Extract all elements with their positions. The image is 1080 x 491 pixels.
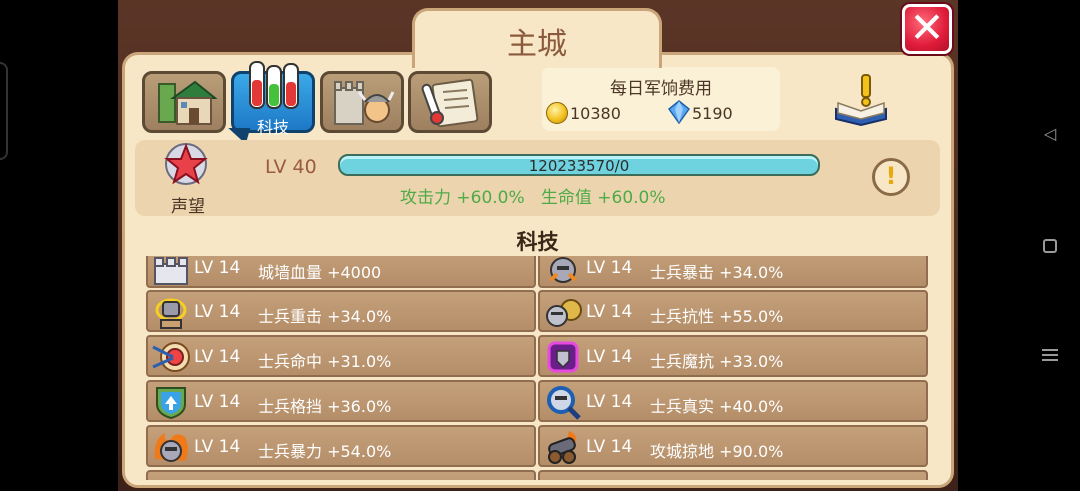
test-tubes-icon — [249, 61, 299, 109]
android-home-icon[interactable] — [1040, 236, 1060, 256]
tech-row[interactable]: LV 14 士兵暴力 +54.0% — [146, 425, 536, 467]
tech-row[interactable] — [146, 470, 536, 480]
tab-notes[interactable] — [408, 71, 492, 133]
daily-cost-box: 每日军饷费用 10380 5190 — [542, 67, 780, 131]
tech-row[interactable] — [538, 470, 928, 480]
tech-name: 士兵暴击 +34.0% — [650, 263, 784, 282]
android-back-icon[interactable]: ◁ — [1040, 124, 1060, 144]
scroll-thermometer-icon — [421, 78, 479, 128]
tab-tech[interactable]: 科技 — [231, 61, 315, 137]
close-button[interactable]: ✕ — [902, 4, 952, 54]
tech-section-title: 科技 — [516, 230, 559, 254]
tech-list[interactable]: LV 14 城墙血量 +4000 LV 14 士兵暴击 +34.0% LV 14… — [146, 256, 932, 480]
prestige-progress-bar: 120233570/0 — [338, 154, 820, 176]
tech-level: LV 14 — [586, 347, 633, 367]
tech-level: LV 14 — [194, 437, 241, 457]
tech-level: LV 14 — [194, 392, 241, 412]
tech-name: 士兵魔抗 +33.0% — [650, 352, 784, 371]
tech-level: LV 14 — [586, 392, 633, 412]
gem-amount: 5190 — [692, 104, 733, 123]
tech-level: LV 14 — [586, 437, 633, 457]
target-arrows-icon — [152, 342, 190, 372]
magnifier-knight-icon — [547, 386, 581, 420]
hammer-fist-icon — [155, 298, 187, 329]
tech-level: LV 14 — [586, 258, 633, 278]
tech-name: 城墙血量 +4000 — [258, 263, 382, 282]
tower-viking-icon — [334, 81, 395, 125]
castle-house-icon — [158, 80, 217, 125]
gold-amount: 10380 — [570, 104, 621, 123]
tech-row[interactable]: LV 14 士兵重击 +34.0% — [146, 290, 536, 332]
daily-cost-title: 每日军饷费用 — [610, 79, 712, 99]
tech-row[interactable]: LV 14 士兵魔抗 +33.0% — [538, 335, 928, 377]
shield-icon — [156, 387, 186, 420]
tech-name: 士兵抗性 +55.0% — [650, 307, 784, 326]
prestige-star-icon — [164, 143, 208, 185]
device-edge — [0, 62, 8, 160]
tech-name: 士兵重击 +34.0% — [258, 307, 392, 326]
tech-name: 士兵格挡 +36.0% — [258, 397, 392, 416]
fire-knight-icon — [154, 433, 188, 462]
armor-icon — [546, 299, 582, 327]
gold-coin-icon — [546, 102, 568, 124]
tech-row[interactable]: LV 14 城墙血量 +4000 — [146, 256, 536, 288]
tech-row[interactable]: LV 14 攻城掠地 +90.0% — [538, 425, 928, 467]
tech-level: LV 14 — [194, 258, 241, 278]
info-exclamation-icon[interactable]: ! — [872, 158, 910, 196]
prestige-label: 声望 — [171, 197, 205, 217]
tech-level: LV 14 — [586, 302, 633, 322]
cannon-icon — [548, 431, 577, 464]
quest-book-icon[interactable] — [832, 73, 890, 127]
android-menu-icon[interactable] — [1040, 346, 1060, 366]
tab-heroes[interactable] — [320, 71, 404, 133]
tech-row[interactable]: LV 14 士兵格挡 +36.0% — [146, 380, 536, 422]
tech-row[interactable]: LV 14 士兵真实 +40.0% — [538, 380, 928, 422]
window-title: 主城 — [412, 8, 662, 68]
tech-name: 士兵命中 +31.0% — [258, 352, 392, 371]
knight-crit-icon — [549, 257, 577, 283]
tech-name: 士兵暴力 +54.0% — [258, 442, 392, 461]
prestige-bonus: 攻击力 +60.0% 生命值 +60.0% — [400, 188, 666, 208]
tech-row[interactable]: LV 14 士兵抗性 +55.0% — [538, 290, 928, 332]
tech-row[interactable]: LV 14 士兵暴击 +34.0% — [538, 256, 928, 288]
tech-name: 士兵真实 +40.0% — [650, 397, 784, 416]
magic-shield-icon — [547, 341, 579, 373]
tech-name: 攻城掠地 +90.0% — [650, 442, 784, 461]
screen: 主城 ✕ 科技 每日军饷费用 10380 5190 声望 LV 40 12023… — [0, 0, 1080, 491]
prestige-level: LV 40 — [265, 156, 317, 178]
tech-level: LV 14 — [194, 347, 241, 367]
prestige-progress-text: 120233570/0 — [528, 157, 630, 175]
tab-castle[interactable] — [142, 71, 226, 133]
blue-gem-icon — [668, 100, 690, 124]
tech-level: LV 14 — [194, 302, 241, 322]
castle-wall-icon — [154, 257, 188, 285]
tech-row[interactable]: LV 14 士兵命中 +31.0% — [146, 335, 536, 377]
